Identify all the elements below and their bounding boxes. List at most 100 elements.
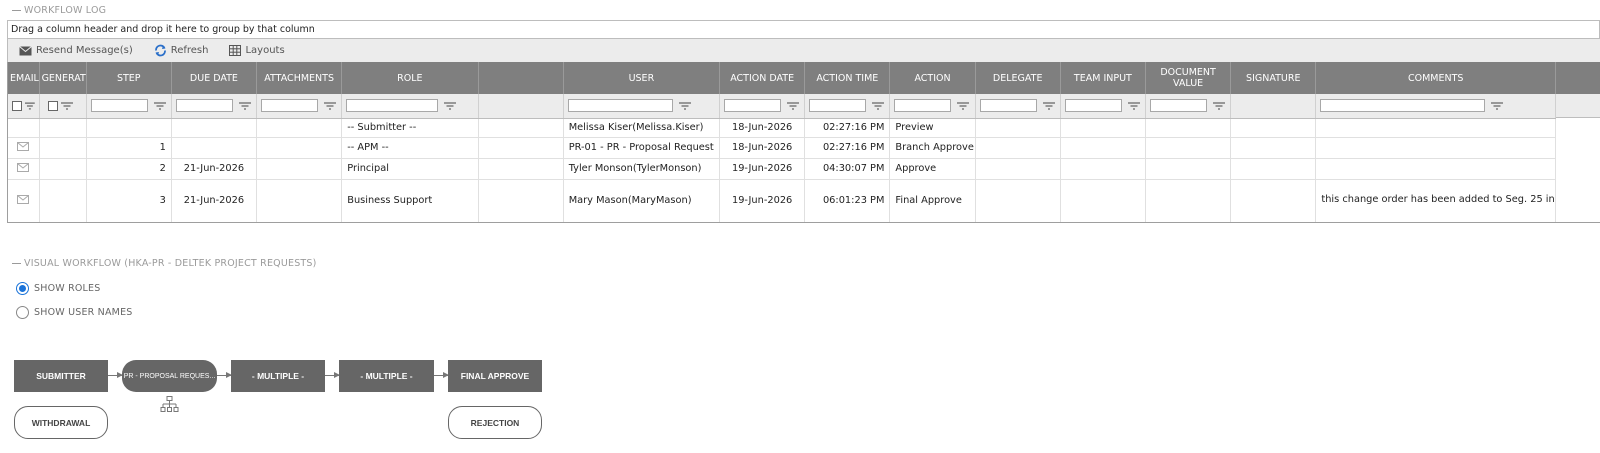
filter-icon[interactable]	[787, 102, 800, 110]
filter-cell-comments	[1315, 94, 1556, 119]
node-proposal-request[interactable]: PR - PROPOSAL REQUES...	[122, 360, 217, 392]
node-submitter[interactable]: SUBMITTER	[14, 360, 108, 392]
action-date-cell: 18-Jun-2026	[719, 118, 806, 138]
signature-cell	[1230, 118, 1317, 138]
table-row[interactable]: 2 21-Jun-2026 Principal Tyler Monson(Tyl…	[8, 158, 1556, 180]
col-attachments[interactable]: ATTACHMENTS	[256, 62, 343, 94]
comments-cell	[1315, 158, 1556, 180]
team-input-filter-input[interactable]	[1064, 99, 1122, 113]
collapse-icon[interactable]	[12, 263, 21, 264]
blank-cell	[478, 179, 564, 222]
refresh-button[interactable]: Refresh	[154, 44, 208, 57]
node-withdrawal[interactable]: WITHDRAWAL	[14, 406, 108, 439]
show-roles-radio[interactable]	[16, 282, 29, 295]
node-final-approve[interactable]: FINAL APPROVE	[448, 360, 542, 392]
col-role[interactable]: ROLE	[341, 62, 479, 94]
generate-filter-checkbox[interactable]	[47, 100, 58, 111]
col-signature[interactable]: SIGNATURE	[1230, 62, 1317, 94]
workflow-log-table: EMAIL GENERATE STEP DUE DATE ATTACHMENTS…	[8, 62, 1556, 222]
filter-icon[interactable]	[153, 102, 166, 110]
filter-icon[interactable]	[444, 102, 457, 110]
resend-messages-button[interactable]: Resend Message(s)	[19, 45, 133, 56]
action-cell: Approve	[889, 158, 976, 180]
show-roles-option[interactable]: SHOW ROLES	[16, 282, 100, 295]
due-date-cell	[171, 137, 258, 159]
group-drop-area[interactable]: Drag a column header and drop it here to…	[7, 20, 1600, 39]
delegate-filter-input[interactable]	[979, 99, 1037, 113]
filter-cell-generate	[39, 94, 87, 119]
col-document-value[interactable]: DOCUMENT VALUE	[1145, 62, 1232, 94]
document-value-filter-input[interactable]	[1149, 99, 1207, 113]
collapse-icon[interactable]	[12, 10, 21, 11]
table-icon	[229, 45, 242, 56]
due-date-filter-input[interactable]	[175, 99, 233, 113]
filter-cell-document-value	[1145, 94, 1232, 119]
layouts-button[interactable]: Layouts	[229, 45, 285, 56]
filter-icon[interactable]	[678, 102, 691, 110]
col-blank[interactable]	[478, 62, 564, 94]
filter-icon[interactable]	[872, 102, 885, 110]
col-email[interactable]: EMAIL	[8, 62, 40, 94]
generate-cell	[39, 118, 87, 138]
action-cell: Final Approve	[889, 179, 976, 222]
filter-icon[interactable]	[238, 102, 251, 110]
filter-icon[interactable]	[324, 102, 337, 110]
filter-icon[interactable]	[1491, 102, 1504, 110]
resend-label: Resend Message(s)	[36, 45, 133, 56]
visual-workflow-title[interactable]: VISUAL WORKFLOW (HKA-PR - DELTEK PROJECT…	[12, 258, 317, 269]
action-time-filter-input[interactable]	[809, 99, 867, 113]
node-multiple-1[interactable]: - MULTIPLE -	[231, 360, 325, 392]
col-delegate[interactable]: DELEGATE	[975, 62, 1061, 94]
filter-icon[interactable]	[1212, 102, 1225, 110]
action-filter-input[interactable]	[894, 99, 952, 113]
filter-filler	[1556, 94, 1600, 118]
step-filter-input[interactable]	[90, 99, 148, 113]
show-user-names-radio[interactable]	[16, 306, 29, 319]
envelope-icon[interactable]	[17, 194, 30, 204]
arrow	[217, 372, 232, 378]
show-user-names-option[interactable]: SHOW USER NAMES	[16, 306, 133, 319]
role-filter-input[interactable]	[346, 99, 439, 113]
role-cell: -- APM --	[341, 137, 479, 159]
col-comments[interactable]: COMMENTS	[1315, 62, 1556, 94]
team-input-cell	[1060, 179, 1146, 222]
user-filter-input[interactable]	[567, 99, 673, 113]
filter-icon[interactable]	[957, 102, 970, 110]
col-team-input[interactable]: TEAM INPUT	[1060, 62, 1146, 94]
col-generate[interactable]: GENERATE	[39, 62, 87, 94]
filter-icon[interactable]	[1042, 102, 1055, 110]
filter-cell-step	[86, 94, 172, 119]
comments-filter-input[interactable]	[1320, 99, 1486, 113]
filter-cell-signature	[1230, 94, 1317, 119]
workflow-log-title[interactable]: WORKFLOW LOG	[12, 5, 106, 16]
col-action-date[interactable]: ACTION DATE	[719, 62, 806, 94]
table-row[interactable]: 1 -- APM -- PR-01 - PR - Proposal Reques…	[8, 137, 1556, 159]
generate-cell	[39, 179, 87, 222]
node-multiple-2[interactable]: - MULTIPLE -	[339, 360, 434, 392]
attachments-filter-input[interactable]	[261, 99, 319, 113]
col-step[interactable]: STEP	[86, 62, 172, 94]
filter-icon[interactable]	[24, 102, 35, 110]
table-row[interactable]: 3 21-Jun-2026 Business Support Mary Maso…	[8, 179, 1556, 222]
filter-icon[interactable]	[1127, 102, 1140, 110]
due-date-cell: 21-Jun-2026	[171, 158, 258, 180]
delegate-cell	[975, 179, 1061, 222]
email-filter-checkbox[interactable]	[12, 100, 22, 111]
node-rejection[interactable]: REJECTION	[448, 406, 542, 439]
step-cell	[86, 118, 172, 138]
document-value-cell	[1145, 118, 1232, 138]
action-date-cell: 18-Jun-2026	[719, 137, 806, 159]
org-chart-icon[interactable]	[160, 396, 179, 413]
col-due-date[interactable]: DUE DATE	[171, 62, 258, 94]
col-action-time[interactable]: ACTION TIME	[804, 62, 891, 94]
attachments-cell	[256, 137, 343, 159]
table-row[interactable]: -- Submitter -- Melissa Kiser(Melissa.Ki…	[8, 118, 1556, 138]
filter-icon[interactable]	[60, 102, 73, 110]
filter-cell-attachments	[256, 94, 343, 119]
envelope-icon[interactable]	[17, 141, 30, 151]
envelope-icon[interactable]	[17, 162, 30, 172]
action-date-filter-input[interactable]	[724, 99, 782, 113]
step-cell: 2	[86, 158, 172, 180]
col-user[interactable]: USER	[563, 62, 721, 94]
col-action[interactable]: ACTION	[889, 62, 976, 94]
